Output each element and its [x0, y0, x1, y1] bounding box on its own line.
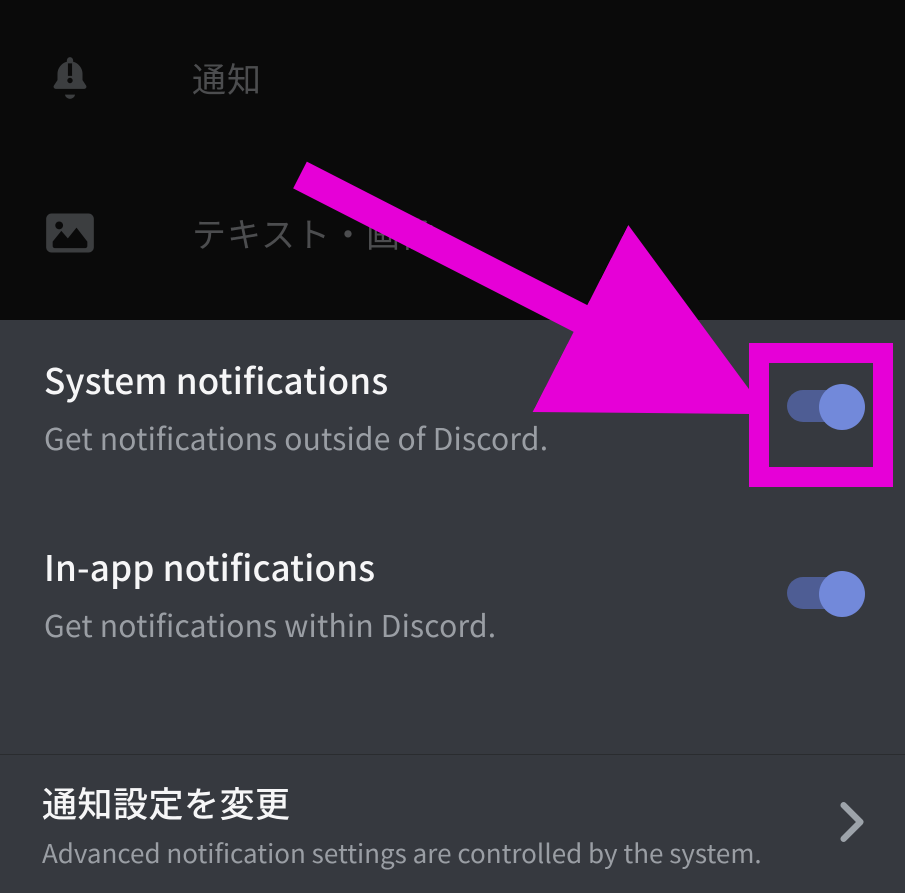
setting-title: In-app notifications [44, 541, 763, 592]
in-app-notifications-toggle[interactable] [787, 573, 865, 615]
change-notification-settings-row[interactable]: 通知設定を変更 Advanced notification settings a… [0, 754, 905, 893]
setting-description: Advanced notification settings are contr… [42, 834, 815, 871]
settings-item-text-images[interactable]: テキスト・画像 [38, 155, 905, 310]
chevron-right-icon [839, 801, 865, 848]
setting-texts: 通知設定を変更 Advanced notification settings a… [42, 777, 815, 871]
image-icon [38, 211, 102, 255]
settings-item-notifications[interactable]: 通知 [38, 0, 905, 155]
setting-description: Get notifications within Discord. [44, 602, 763, 646]
bell-icon [38, 50, 102, 106]
toggle-thumb [819, 571, 865, 617]
settings-item-label: 通知 [192, 53, 262, 102]
system-notifications-toggle[interactable] [787, 386, 865, 428]
settings-item-label: テキスト・画像 [192, 208, 436, 257]
setting-row-in-app-notifications[interactable]: In-app notifications Get notifications w… [0, 493, 905, 680]
setting-title: System notifications [44, 354, 763, 405]
toggle-thumb [819, 384, 865, 430]
setting-texts: System notifications Get notifications o… [44, 354, 763, 459]
setting-texts: In-app notifications Get notifications w… [44, 541, 763, 646]
notifications-panel: System notifications Get notifications o… [0, 320, 905, 893]
setting-title: 通知設定を変更 [42, 777, 815, 828]
setting-row-system-notifications[interactable]: System notifications Get notifications o… [0, 320, 905, 493]
setting-description: Get notifications outside of Discord. [44, 415, 763, 459]
